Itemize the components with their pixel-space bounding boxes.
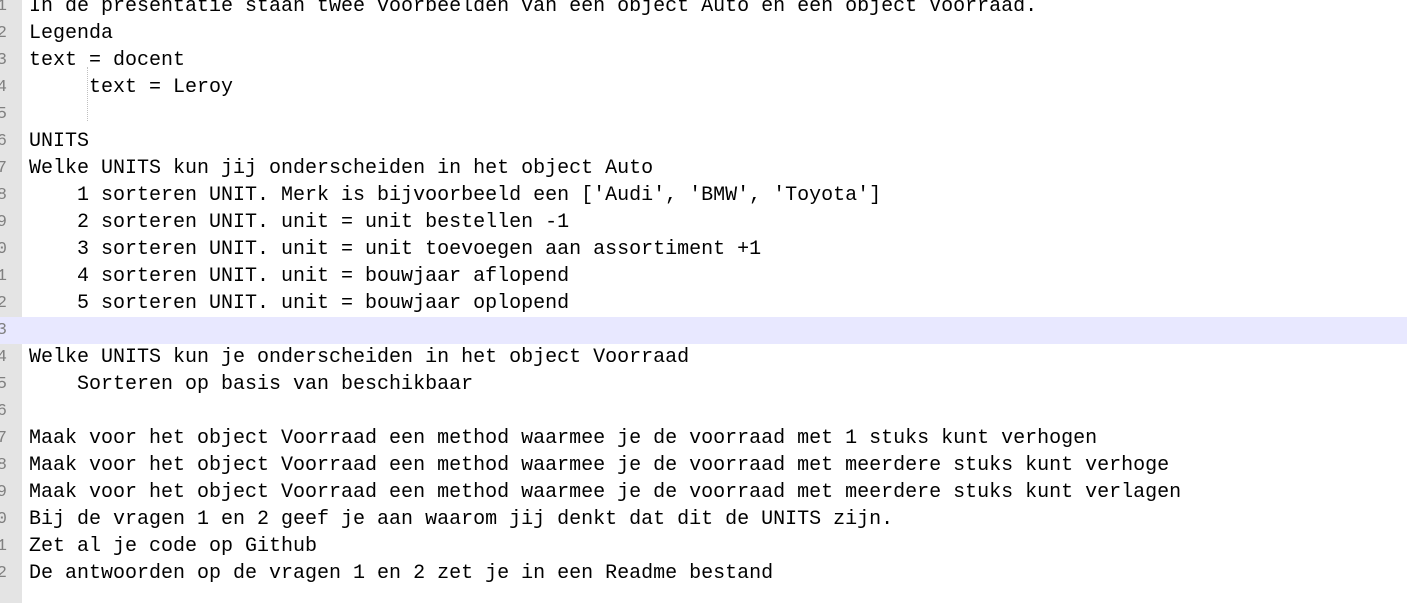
line-text[interactable]: UNITS: [29, 128, 89, 155]
line-text[interactable]: Legenda: [29, 20, 113, 47]
editor-line[interactable]: 4 text = Leroy: [0, 74, 1407, 101]
editor-line[interactable]: 4 Welke UNITS kun je onderscheiden in het…: [0, 344, 1407, 371]
line-text[interactable]: 1 sorteren UNIT. Merk is bijvoorbeeld ee…: [29, 182, 881, 209]
editor-line[interactable]: 2 Legenda: [0, 20, 1407, 47]
line-number: 3: [0, 51, 7, 70]
line-text[interactable]: Zet al je code op Github: [29, 533, 317, 560]
line-number: 1: [0, 267, 7, 286]
line-text[interactable]: 2 sorteren UNIT. unit = unit bestellen -…: [29, 209, 569, 236]
editor-line[interactable]: 3 text = docent: [0, 47, 1407, 74]
line-number: 2: [0, 564, 7, 583]
editor-line[interactable]: 2 De antwoorden op de vragen 1 en 2 zet j…: [0, 560, 1407, 587]
line-text[interactable]: 4 sorteren UNIT. unit = bouwjaar aflopen…: [29, 263, 569, 290]
line-text[interactable]: Maak voor het object Voorraad een method…: [29, 425, 1097, 452]
editor-line[interactable]: 1 In de presentatie staan twee voorbeelde…: [0, 0, 1407, 20]
line-text[interactable]: Bij de vragen 1 en 2 geef je aan waarom …: [29, 506, 893, 533]
line-number: 4: [0, 348, 7, 367]
editor-line[interactable]: 6 UNITS: [0, 128, 1407, 155]
line-text[interactable]: text = Leroy: [29, 74, 233, 101]
editor-line[interactable]: 1 Zet al je code op Github: [0, 533, 1407, 560]
line-number: 1: [0, 537, 7, 556]
line-number: 3: [0, 321, 7, 340]
line-number: 8: [0, 456, 7, 475]
line-text[interactable]: 3 sorteren UNIT. unit = unit toevoegen a…: [29, 236, 761, 263]
editor-line[interactable]: 0 Bij de vragen 1 en 2 geef je aan waarom…: [0, 506, 1407, 533]
line-text[interactable]: In de presentatie staan twee voorbeelden…: [29, 0, 1037, 20]
editor-line[interactable]: 5 Sorteren op basis van beschikbaar: [0, 371, 1407, 398]
editor-line[interactable]: 1 4 sorteren UNIT. unit = bouwjaar aflop…: [0, 263, 1407, 290]
editor-lines[interactable]: 1 In de presentatie staan twee voorbeelde…: [0, 0, 1407, 587]
editor-line[interactable]: 8 Maak voor het object Voorraad een metho…: [0, 452, 1407, 479]
line-text[interactable]: text = docent: [29, 47, 185, 74]
line-number: 4: [0, 78, 7, 97]
text-editor[interactable]: 1 In de presentatie staan twee voorbeelde…: [0, 0, 1407, 603]
line-number: 7: [0, 429, 7, 448]
line-number: 5: [0, 375, 7, 394]
line-text[interactable]: Welke UNITS kun jij onderscheiden in het…: [29, 155, 653, 182]
line-number: 0: [0, 510, 7, 529]
editor-line[interactable]: 6: [0, 398, 1407, 425]
editor-line[interactable]: 7 Welke UNITS kun jij onderscheiden in he…: [0, 155, 1407, 182]
editor-line[interactable]: 5: [0, 101, 1407, 128]
line-text[interactable]: Welke UNITS kun je onderscheiden in het …: [29, 344, 689, 371]
line-number: 6: [0, 402, 7, 421]
line-text[interactable]: 5 sorteren UNIT. unit = bouwjaar oplopen…: [29, 290, 569, 317]
editor-line[interactable]: 0 3 sorteren UNIT. unit = unit toevoegen…: [0, 236, 1407, 263]
line-text[interactable]: Maak voor het object Voorraad een method…: [29, 452, 1169, 479]
line-text[interactable]: Maak voor het object Voorraad een method…: [29, 479, 1181, 506]
line-number: 9: [0, 213, 7, 232]
editor-line[interactable]: 9 Maak voor het object Voorraad een metho…: [0, 479, 1407, 506]
line-number: 7: [0, 159, 7, 178]
line-number: 9: [0, 483, 7, 502]
line-text[interactable]: Sorteren op basis van beschikbaar: [29, 371, 473, 398]
editor-line[interactable]: 7 Maak voor het object Voorraad een metho…: [0, 425, 1407, 452]
editor-line[interactable]: 8 1 sorteren UNIT. Merk is bijvoorbeeld …: [0, 182, 1407, 209]
line-number: 2: [0, 294, 7, 313]
line-number: 0: [0, 240, 7, 259]
editor-line[interactable]: 9 2 sorteren UNIT. unit = unit bestellen…: [0, 209, 1407, 236]
current-line[interactable]: 3: [0, 317, 1407, 344]
line-text[interactable]: De antwoorden op de vragen 1 en 2 zet je…: [29, 560, 773, 587]
line-number: 8: [0, 186, 7, 205]
line-number: 6: [0, 132, 7, 151]
line-number: 2: [0, 24, 7, 43]
line-number: 1: [0, 0, 7, 16]
line-number: 5: [0, 105, 7, 124]
editor-line[interactable]: 2 5 sorteren UNIT. unit = bouwjaar oplop…: [0, 290, 1407, 317]
